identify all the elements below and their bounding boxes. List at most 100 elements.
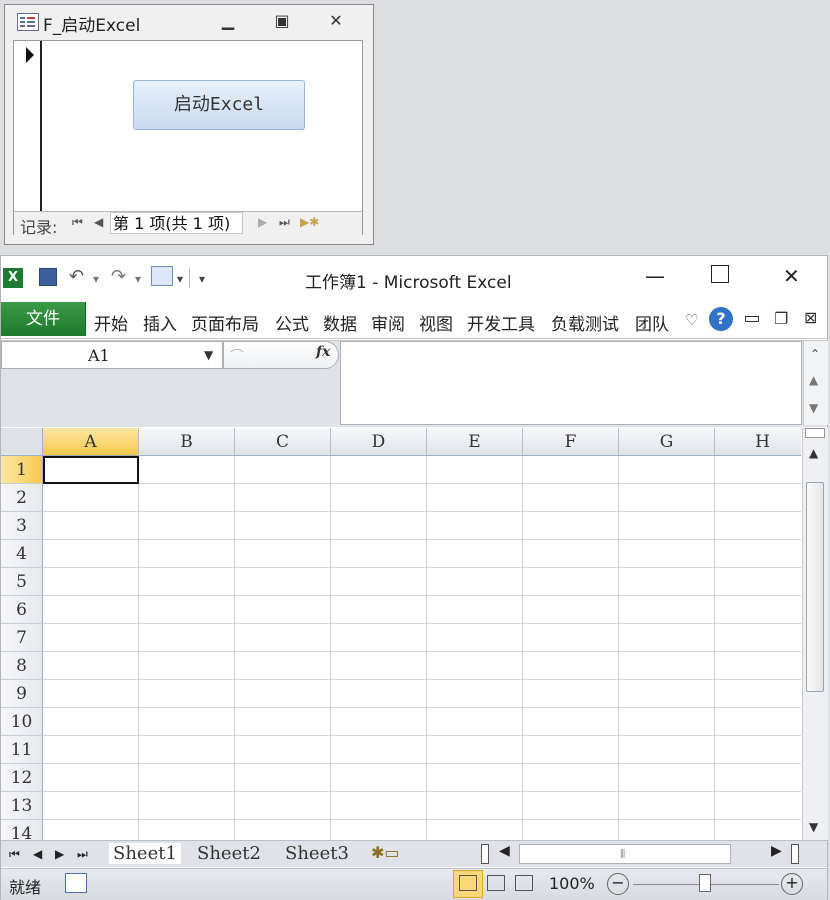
undo-dropdown-icon[interactable]: ▾ [93, 272, 99, 286]
tab-file[interactable]: 文件 [1, 302, 86, 336]
zoom-out-icon[interactable]: − [607, 873, 629, 895]
scroll-thumb[interactable] [806, 482, 824, 692]
prev-sheet-icon[interactable]: ◀ [33, 847, 42, 861]
vertical-scrollbar[interactable]: ▲ ▼ [802, 428, 828, 840]
row-header-11[interactable]: 11 [1, 736, 43, 764]
help-icon[interactable]: ? [709, 307, 733, 331]
print-preview-icon[interactable] [151, 266, 173, 286]
form-title: F_启动Excel [43, 16, 141, 36]
row-header-10[interactable]: 10 [1, 708, 43, 736]
next-sheet-icon[interactable]: ▶ [55, 847, 64, 861]
row-header-6[interactable]: 6 [1, 596, 43, 624]
redo-dropdown-icon[interactable]: ▾ [135, 272, 141, 286]
qat-more-icon[interactable]: ▾ [177, 272, 183, 286]
redo-icon[interactable]: ↷ [111, 266, 126, 287]
sheet-tab-2[interactable]: Sheet2 [197, 843, 261, 864]
excel-logo-icon[interactable]: X [3, 268, 23, 288]
chevron-down-icon[interactable]: ▼ [204, 348, 213, 362]
column-header-b[interactable]: B [139, 428, 235, 456]
sheet-tab-3[interactable]: Sheet3 [285, 843, 349, 864]
close-icon[interactable]: ✕ [323, 11, 349, 31]
column-header-h[interactable]: H [715, 428, 801, 456]
tab-formulas[interactable]: 公式 [275, 310, 309, 335]
hsplit-handle[interactable] [791, 844, 799, 864]
zoom-slider-thumb[interactable] [699, 874, 711, 892]
first-record-icon[interactable]: ⏮ [72, 215, 83, 230]
next-record-icon[interactable]: ▶ [258, 215, 267, 229]
column-header-d[interactable]: D [331, 428, 427, 456]
name-box[interactable]: A1 ▼ [1, 341, 223, 369]
row-header-3[interactable]: 3 [1, 512, 43, 540]
row-header-7[interactable]: 7 [1, 624, 43, 652]
formula-input[interactable] [340, 341, 802, 425]
minimize-icon[interactable]: — [645, 264, 665, 288]
sheet-tab-1[interactable]: Sheet1 [109, 843, 181, 864]
row-header-4[interactable]: 4 [1, 540, 43, 568]
record-position-field[interactable]: 第 1 项(共 1 项) [110, 212, 243, 234]
save-icon[interactable] [39, 268, 57, 286]
last-record-icon[interactable]: ⏭ [279, 215, 290, 230]
select-all-corner[interactable] [1, 428, 43, 456]
insert-function-icon[interactable]: fx [316, 344, 330, 360]
tab-insert[interactable]: 插入 [143, 310, 177, 335]
close-icon[interactable]: ✕ [783, 264, 800, 288]
doc-close-icon[interactable]: ⊠ [804, 308, 817, 327]
ribbon-collapse-icon[interactable]: ♡ [685, 311, 698, 329]
undo-icon[interactable]: ↶ [69, 266, 84, 287]
row-header-1[interactable]: 1 [1, 456, 43, 484]
page-layout-view-icon[interactable] [487, 875, 505, 891]
gridline-vertical [426, 456, 427, 840]
macro-record-icon[interactable] [65, 873, 87, 893]
tab-home[interactable]: 开始 [94, 310, 128, 335]
new-record-icon[interactable]: ▶✱ [300, 215, 319, 229]
scroll-up-icon[interactable]: ▲ [809, 446, 818, 460]
ribbon-tabs: 文件 开始 插入 页面布局 公式 数据 审阅 视图 开发工具 负载测试 团队 ♡… [1, 302, 827, 339]
first-sheet-icon[interactable]: ⏮ [9, 847, 20, 862]
doc-minimize-icon[interactable] [745, 316, 759, 322]
worksheet-grid[interactable]: ABCDEFGH 1 2 3 4 5 6 7 8 9 10 11 12 13 14 [1, 428, 801, 840]
expand-formula-bar-icon[interactable]: ⌃ [810, 347, 820, 361]
tab-data[interactable]: 数据 [323, 310, 357, 335]
zoom-in-icon[interactable]: + [781, 873, 803, 895]
minimize-icon[interactable]: ▁ [215, 11, 241, 31]
scroll-down-icon[interactable]: ▼ [809, 401, 818, 415]
maximize-icon[interactable]: ▣ [269, 11, 295, 31]
tab-view[interactable]: 视图 [419, 310, 453, 335]
page-break-view-icon[interactable] [515, 875, 533, 891]
scroll-down-icon[interactable]: ▼ [809, 820, 818, 834]
scroll-left-icon[interactable]: ◀ [499, 843, 510, 859]
scroll-right-icon[interactable]: ▶ [771, 843, 782, 859]
column-header-e[interactable]: E [427, 428, 523, 456]
tab-load-test[interactable]: 负载测试 [551, 310, 619, 335]
launch-excel-button[interactable]: 启动Excel [133, 80, 305, 130]
tab-split-handle[interactable] [481, 844, 489, 864]
row-header-13[interactable]: 13 [1, 792, 43, 820]
tab-review[interactable]: 审阅 [371, 310, 405, 335]
row-header-5[interactable]: 5 [1, 568, 43, 596]
split-box-icon[interactable] [805, 428, 825, 438]
tab-team[interactable]: 团队 [635, 310, 669, 335]
column-header-a[interactable]: A [43, 428, 139, 456]
column-header-g[interactable]: G [619, 428, 715, 456]
customize-qat-icon[interactable]: ▾ [199, 272, 205, 286]
column-header-c[interactable]: C [235, 428, 331, 456]
maximize-icon[interactable] [711, 265, 729, 283]
row-header-8[interactable]: 8 [1, 652, 43, 680]
row-header-2[interactable]: 2 [1, 484, 43, 512]
row-header-9[interactable]: 9 [1, 680, 43, 708]
zoom-level[interactable]: 100% [549, 874, 595, 893]
insert-sheet-icon[interactable]: ✱▭ [371, 843, 400, 862]
tab-developer[interactable]: 开发工具 [467, 310, 535, 335]
prev-record-icon[interactable]: ◀ [94, 215, 103, 229]
fx-area: ⌒ fx [223, 341, 339, 369]
row-header-14[interactable]: 14 [1, 820, 43, 840]
tab-page-layout[interactable]: 页面布局 [191, 310, 259, 335]
active-cell[interactable] [43, 456, 139, 484]
scroll-up-icon[interactable]: ▲ [809, 373, 818, 387]
column-header-f[interactable]: F [523, 428, 619, 456]
horizontal-scrollbar[interactable]: ⦀ [519, 844, 731, 864]
row-header-12[interactable]: 12 [1, 764, 43, 792]
last-sheet-icon[interactable]: ⏭ [77, 847, 88, 862]
record-selector[interactable] [14, 41, 42, 211]
doc-restore-icon[interactable]: ❐ [774, 309, 788, 328]
